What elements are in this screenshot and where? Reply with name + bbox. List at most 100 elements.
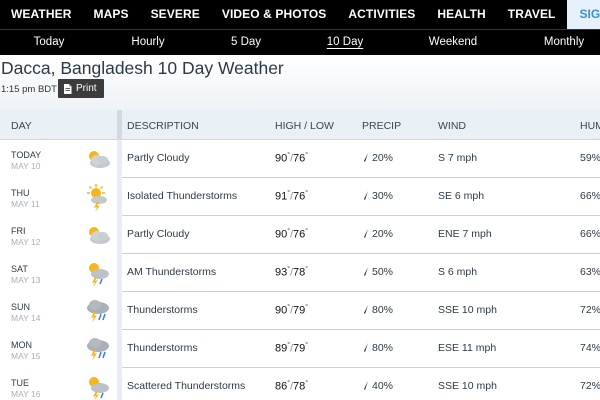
- page-title: Dacca, Bangladesh 10 Day Weather: [1, 58, 284, 78]
- precip-value: 20%: [372, 152, 394, 164]
- high-temp: 90: [275, 304, 288, 317]
- column-divider: [117, 178, 122, 216]
- nav-health[interactable]: HEALTH: [426, 0, 496, 29]
- humidity-cell: 72%: [580, 380, 600, 392]
- precip-value: 50%: [372, 266, 394, 278]
- column-divider: [117, 140, 122, 178]
- header-day[interactable]: DAY: [11, 120, 32, 132]
- day-date: MAY 11: [11, 199, 40, 209]
- day-date: MAY 12: [11, 237, 41, 247]
- header-high-low[interactable]: HIGH / LOW: [275, 120, 334, 132]
- column-divider: [117, 110, 122, 140]
- precip-value: 40%: [372, 380, 394, 392]
- low-temp: 78: [292, 380, 306, 393]
- thunderstorms-icon: [87, 300, 109, 323]
- high-low-cell: 90°/79°: [275, 304, 309, 317]
- day-cell: MON MAY 15: [0, 330, 117, 368]
- forecast-table: DAY DESCRIPTION HIGH / LOW PRECIP WIND H…: [0, 110, 600, 400]
- table-row[interactable]: SAT MAY 13 AM Thunderstorms 93°/78° 50% …: [0, 254, 600, 292]
- wind-cell: S 7 mph: [438, 152, 478, 164]
- title-bar: Dacca, Bangladesh 10 Day Weather 1:15 pm…: [0, 55, 600, 110]
- description-cell: Partly Cloudy: [127, 152, 190, 164]
- raindrop-icon: [364, 343, 368, 352]
- day-date: MAY 13: [11, 275, 41, 285]
- table-row[interactable]: TUE MAY 16 Scattered Thunderstorms 86°/7…: [0, 368, 600, 400]
- day-cell: SUN MAY 14: [0, 292, 117, 330]
- isolated-thunderstorms-icon: [87, 184, 107, 212]
- table-row[interactable]: FRI MAY 12 Partly Cloudy 90°/76° 20% ENE…: [0, 216, 600, 254]
- update-time: 1:15 pm BDT: [1, 84, 57, 95]
- header-humidity[interactable]: HUM: [580, 120, 600, 132]
- nav-maps[interactable]: MAPS: [82, 0, 139, 29]
- nav-severe[interactable]: SEVERE: [140, 0, 211, 29]
- humidity-cell: 63%: [580, 266, 600, 278]
- raindrop-icon: [364, 381, 368, 390]
- tab-weekend[interactable]: Weekend: [429, 30, 477, 55]
- day-cell: FRI MAY 12: [0, 216, 117, 254]
- description-cell: Thunderstorms: [127, 342, 198, 354]
- column-divider: [117, 330, 122, 368]
- day-name: FRI: [11, 226, 26, 236]
- description-cell: Thunderstorms: [127, 304, 198, 316]
- wind-cell: ENE 7 mph: [438, 228, 492, 240]
- low-temp: 76: [292, 228, 306, 241]
- precip-value: 20%: [372, 228, 394, 240]
- high-temp: 90: [275, 228, 288, 241]
- precip-cell: 80%: [363, 304, 393, 316]
- description-cell: Partly Cloudy: [127, 228, 190, 240]
- nav-activities[interactable]: ACTIVITIES: [337, 0, 426, 29]
- precip-cell: 80%: [363, 342, 393, 354]
- table-row[interactable]: TODAY MAY 10 Partly Cloudy 90°/76° 20% S…: [0, 140, 600, 178]
- raindrop-icon: [364, 153, 368, 162]
- column-divider: [117, 254, 122, 292]
- am-thunderstorms-icon: [89, 263, 109, 287]
- high-low-cell: 86°/78°: [275, 380, 309, 393]
- table-row[interactable]: THU MAY 11 Isolated Thunderstorms 91°/76…: [0, 178, 600, 216]
- humidity-cell: 66%: [580, 228, 600, 240]
- table-row[interactable]: SUN MAY 14 Thunderstorms 90°/79° 80% SSE…: [0, 292, 600, 330]
- tab-today[interactable]: Today: [34, 30, 65, 55]
- low-temp: 79: [292, 304, 306, 317]
- high-temp: 91: [275, 190, 288, 203]
- high-low-cell: 91°/76°: [275, 190, 309, 203]
- table-row[interactable]: MON MAY 15 Thunderstorms 89°/79° 80% ESE…: [0, 330, 600, 368]
- humidity-cell: 74%: [580, 342, 600, 354]
- raindrop-icon: [364, 305, 368, 314]
- day-cell: TODAY MAY 10: [0, 140, 117, 178]
- day-name: SAT: [11, 264, 28, 274]
- partly-cloudy-icon: [89, 151, 110, 168]
- signup-link[interactable]: SIGN UP FOR NEW: [566, 0, 600, 29]
- description-cell: AM Thunderstorms: [127, 266, 217, 278]
- day-name: TODAY: [11, 150, 42, 160]
- column-divider: [117, 292, 122, 330]
- precip-value: 80%: [372, 342, 394, 354]
- table-body: TODAY MAY 10 Partly Cloudy 90°/76° 20% S…: [0, 140, 600, 400]
- tab-10-day[interactable]: 10 Day: [327, 30, 363, 55]
- wind-cell: SSE 10 mph: [438, 380, 497, 392]
- nav-weather[interactable]: WEATHER: [0, 0, 82, 29]
- header-wind[interactable]: WIND: [438, 120, 466, 132]
- tab-5-day[interactable]: 5 Day: [231, 30, 261, 55]
- day-name: SUN: [11, 302, 31, 312]
- low-temp: 76: [292, 152, 306, 165]
- tab-hourly[interactable]: Hourly: [131, 30, 164, 55]
- high-temp: 90: [275, 152, 288, 165]
- tab-monthly[interactable]: Monthly: [544, 30, 584, 55]
- precip-value: 30%: [372, 190, 394, 202]
- day-date: MAY 14: [11, 313, 41, 323]
- header-precip[interactable]: PRECIP: [362, 120, 401, 132]
- wind-cell: S 6 mph: [438, 266, 478, 278]
- raindrop-icon: [364, 229, 368, 238]
- raindrop-icon: [364, 191, 368, 200]
- header-description[interactable]: DESCRIPTION: [127, 120, 199, 132]
- nav-video-photos[interactable]: VIDEO & PHOTOS: [211, 0, 338, 29]
- day-name: TUE: [11, 378, 29, 388]
- precip-cell: 20%: [363, 152, 393, 164]
- print-label: Print: [76, 83, 97, 94]
- precip-cell: 20%: [363, 228, 393, 240]
- wind-cell: ESE 11 mph: [438, 342, 497, 354]
- high-low-cell: 89°/79°: [275, 342, 309, 355]
- nav-travel[interactable]: TRAVEL: [497, 0, 567, 29]
- print-button[interactable]: Print: [58, 79, 104, 98]
- precip-cell: 30%: [363, 190, 393, 202]
